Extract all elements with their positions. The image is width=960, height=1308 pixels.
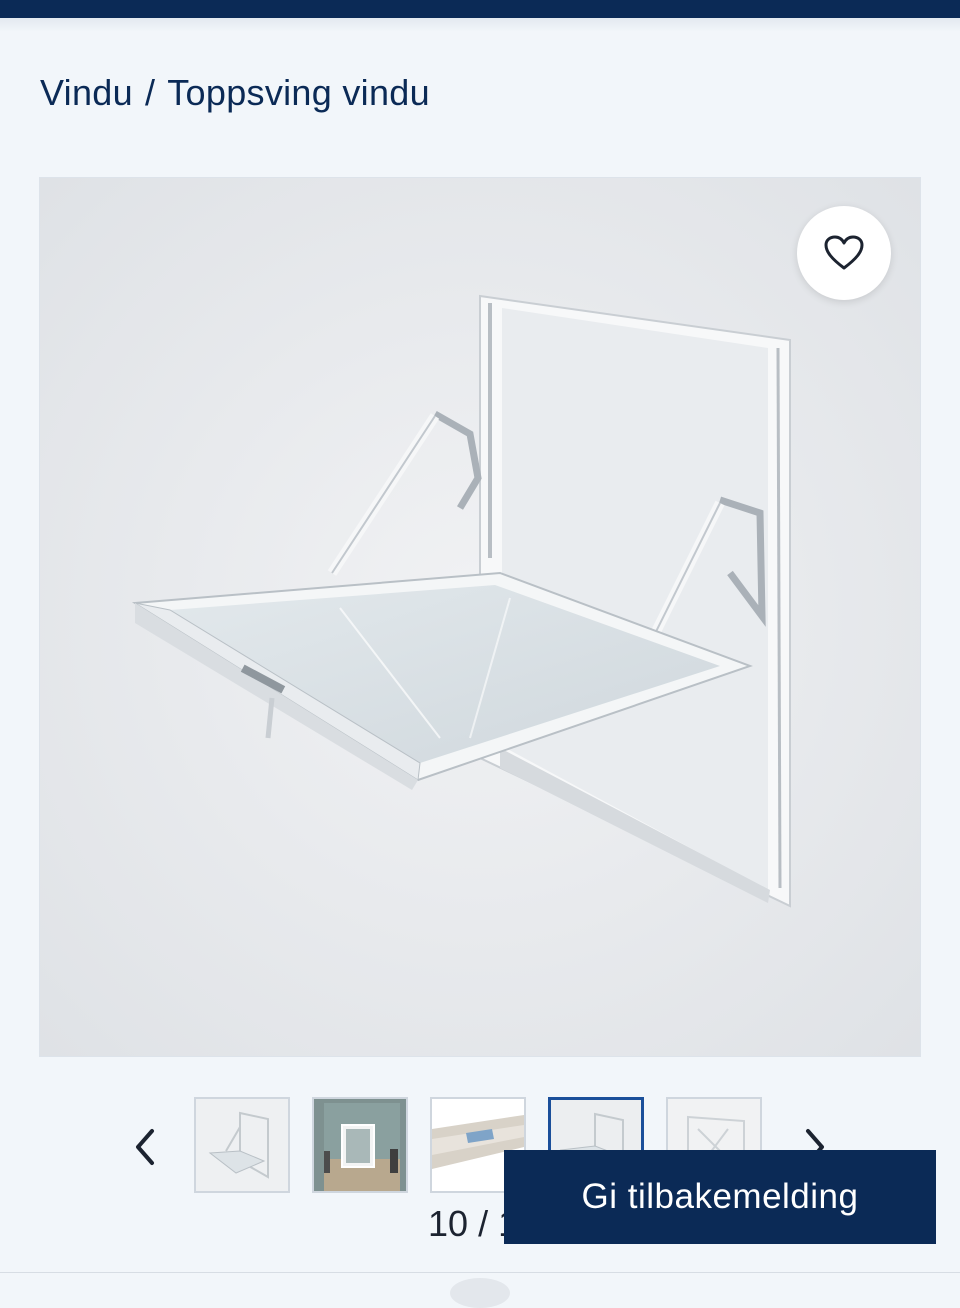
gallery-thumbnail[interactable]	[194, 1097, 290, 1193]
gallery-prev-button[interactable]	[120, 1120, 170, 1174]
section-divider	[0, 1272, 960, 1273]
breadcrumb: Vindu / Toppsving vindu	[40, 72, 430, 114]
breadcrumb-current[interactable]: Toppsving vindu	[167, 72, 430, 113]
feedback-button[interactable]: Gi tilbakemelding	[504, 1150, 936, 1244]
gallery-thumbnail[interactable]	[312, 1097, 408, 1193]
breadcrumb-link-vindu[interactable]: Vindu	[40, 72, 133, 113]
favorite-button[interactable]	[797, 206, 891, 300]
gallery-current-index: 10	[428, 1203, 469, 1244]
chevron-left-icon	[136, 1129, 154, 1165]
heart-icon	[824, 235, 864, 270]
scroll-indicator	[450, 1278, 510, 1308]
product-main-image[interactable]	[39, 177, 921, 1057]
gallery-counter-separator: /	[478, 1203, 489, 1244]
top-header-bar	[0, 0, 960, 18]
header-shadow	[0, 18, 960, 32]
breadcrumb-separator: /	[144, 72, 156, 113]
